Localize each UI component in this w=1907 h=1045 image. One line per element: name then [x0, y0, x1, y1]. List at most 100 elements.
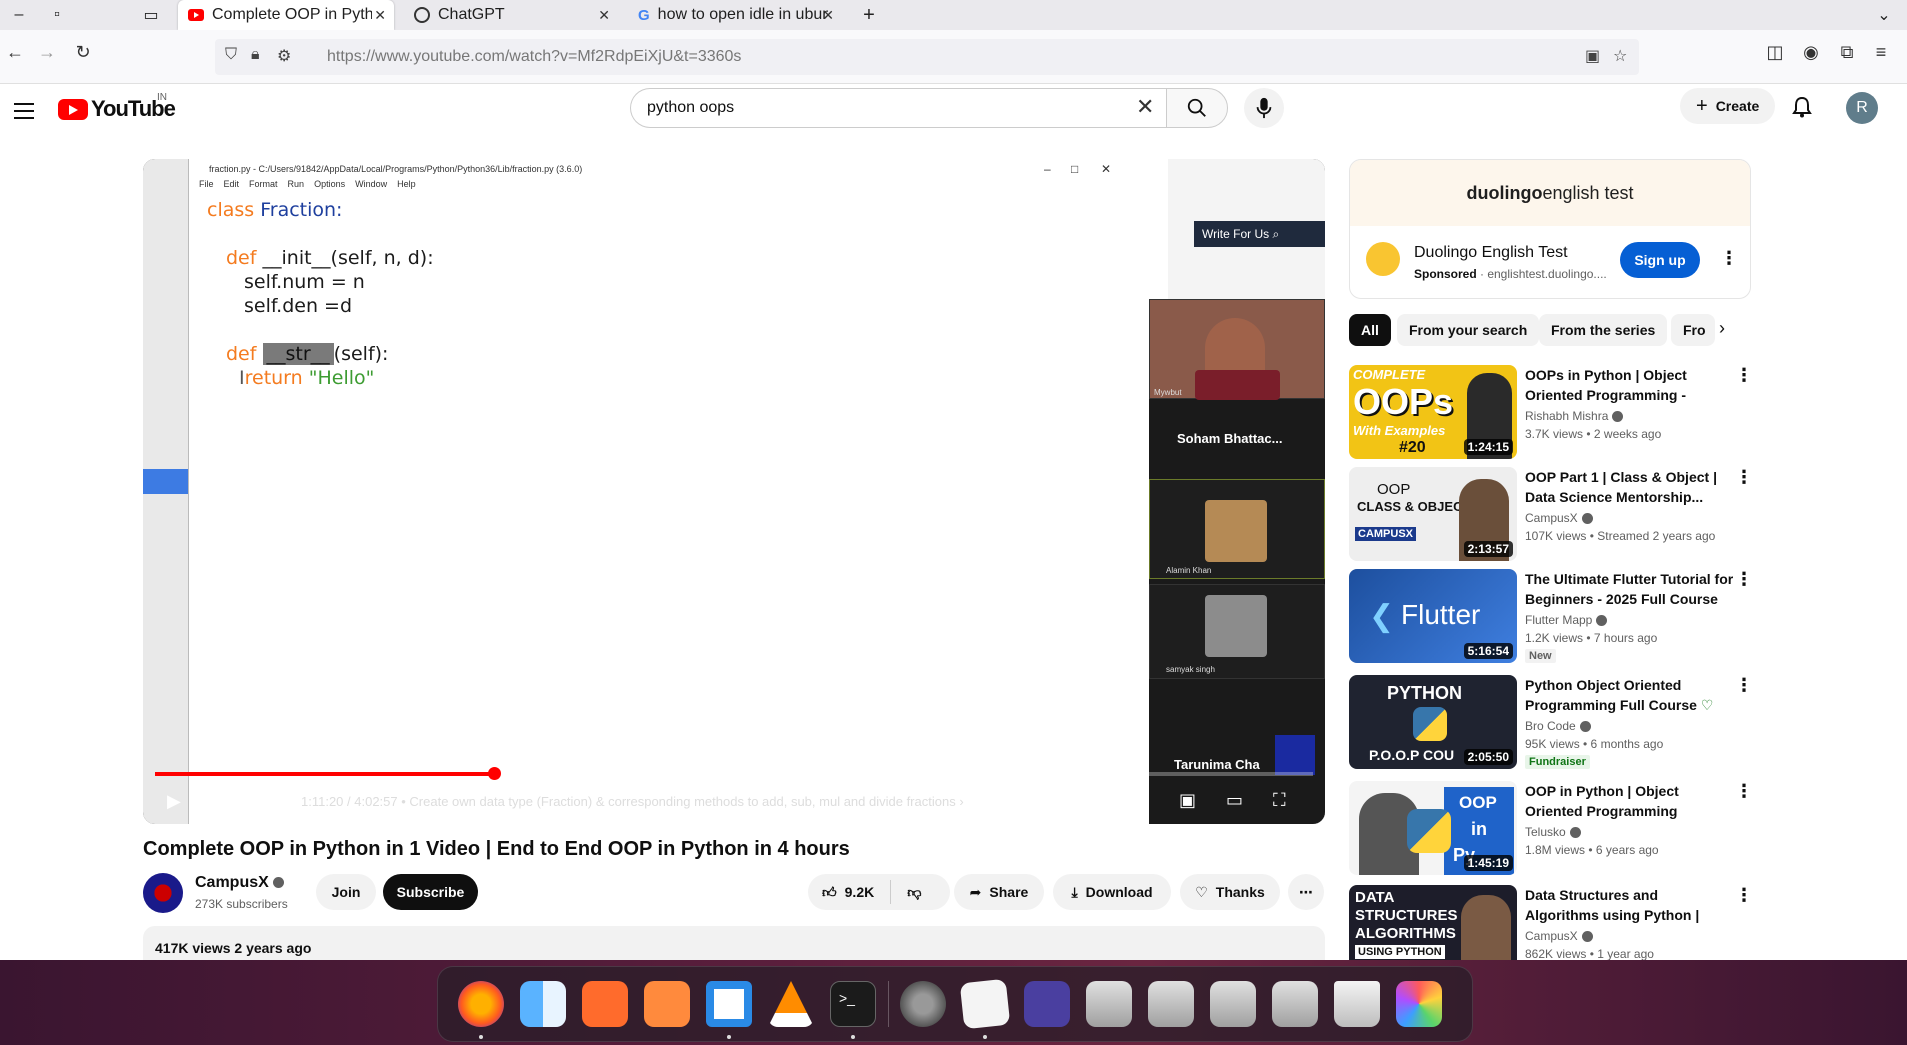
captions-icon[interactable]: CC: [1083, 793, 1112, 812]
thumbs-down-icon[interactable]: 👎︎: [907, 884, 921, 901]
drive-icon[interactable]: [1086, 981, 1132, 1027]
maximize-icon[interactable]: ▫: [38, 0, 76, 30]
autoplay-toggle-icon[interactable]: ⊙: [1028, 791, 1041, 811]
settings-gear-icon[interactable]: ⚙: [1133, 790, 1149, 811]
tab-youtube[interactable]: Complete OOP in Python ✕: [178, 0, 394, 30]
photos-icon[interactable]: [644, 981, 690, 1027]
recommendation-item[interactable]: OOP CLASS & OBJECT CAMPUSX 2:13:57 OOP P…: [1349, 467, 1759, 563]
more-vert-icon[interactable]: ⋮: [1735, 365, 1753, 386]
drive-icon[interactable]: [1272, 981, 1318, 1027]
tab-google[interactable]: G how to open idle in ubun ✕: [628, 0, 842, 30]
search-input[interactable]: python oops: [630, 88, 1166, 128]
recommendation-title[interactable]: The Ultimate Flutter Tutorial for Beginn…: [1525, 569, 1735, 609]
recommendation-title[interactable]: OOPs in Python | Object Oriented Program…: [1525, 365, 1735, 405]
firefox-icon[interactable]: [458, 981, 504, 1027]
recommendation-channel[interactable]: Flutter Mapp: [1525, 613, 1608, 627]
close-icon[interactable]: ✕: [822, 7, 834, 24]
drive-icon[interactable]: [1148, 981, 1194, 1027]
video-thumbnail[interactable]: OOP CLASS & OBJECT CAMPUSX 2:13:57: [1349, 467, 1517, 561]
play-icon[interactable]: ▶: [167, 791, 181, 812]
subscribe-button[interactable]: Subscribe: [383, 874, 478, 910]
progress-bar[interactable]: [155, 767, 1313, 780]
app-grid-icon[interactable]: [1396, 981, 1442, 1027]
create-button[interactable]: + Create: [1680, 88, 1776, 124]
drive-icon[interactable]: [1210, 981, 1256, 1027]
channel-avatar[interactable]: [143, 873, 183, 913]
new-tab-icon[interactable]: +: [850, 0, 888, 30]
more-vert-icon[interactable]: ⋮: [1735, 569, 1753, 590]
text-editor-icon[interactable]: [959, 978, 1011, 1030]
chip-partial[interactable]: Fro: [1671, 314, 1715, 346]
system-settings-icon[interactable]: [900, 981, 946, 1027]
like-button[interactable]: 👍︎ 9.2K: [822, 884, 874, 901]
url-bar[interactable]: ⛉ 🔒︎ ⚙ https://www.youtube.com/watch?v=M…: [215, 39, 1639, 75]
more-actions-button[interactable]: ⋯: [1288, 874, 1324, 910]
ad-more-icon[interactable]: ⋮: [1720, 248, 1738, 269]
recommendation-title[interactable]: Python Object Oriented Programming Full …: [1525, 675, 1735, 715]
tab-overview-icon[interactable]: ▭: [132, 0, 170, 30]
search-button[interactable]: [1166, 88, 1228, 128]
recommendation-channel[interactable]: Rishabh Mishra: [1525, 409, 1624, 423]
close-icon[interactable]: ✕: [374, 7, 386, 24]
chip-from-your-search[interactable]: From your search: [1397, 314, 1540, 346]
picture-in-picture-icon[interactable]: ▣: [1585, 46, 1600, 66]
finder-icon[interactable]: [520, 981, 566, 1027]
recommendation-title[interactable]: Data Structures and Algorithms using Pyt…: [1525, 885, 1735, 925]
more-vert-icon[interactable]: ⋮: [1735, 781, 1753, 802]
pocket-icon[interactable]: ◫: [1760, 42, 1790, 63]
fullscreen-icon[interactable]: ⛶: [1273, 790, 1286, 811]
next-icon[interactable]: ⏭: [213, 791, 229, 812]
chip-all[interactable]: All: [1349, 314, 1391, 346]
video-thumbnail[interactable]: COMPLETE OOPs With Examples #20 1:24:15: [1349, 365, 1517, 459]
more-vert-icon[interactable]: ⋮: [1735, 675, 1753, 696]
chip-from-the-series[interactable]: From the series: [1539, 314, 1668, 346]
join-button[interactable]: Join: [316, 874, 376, 910]
hamburger-menu-icon[interactable]: [14, 98, 34, 124]
volume-icon[interactable]: 🔈︎: [259, 791, 270, 812]
recommendation-channel[interactable]: CampusX: [1525, 929, 1593, 943]
url-text[interactable]: https://www.youtube.com/watch?v=Mf2RdpEi…: [327, 48, 741, 66]
tab-chatgpt[interactable]: ChatGPT ✕: [404, 0, 618, 30]
voice-search-button[interactable]: [1244, 88, 1284, 128]
theater-mode-icon[interactable]: ▭: [1226, 790, 1243, 811]
bookmark-star-icon[interactable]: ☆: [1613, 46, 1627, 66]
lock-icon[interactable]: 🔒︎: [251, 46, 260, 64]
video-thumbnail[interactable]: ❮ Flutter 5:16:54: [1349, 569, 1517, 663]
ad-banner[interactable]: duolingo english test: [1350, 160, 1750, 226]
download-button[interactable]: ⤓ Download: [1053, 874, 1171, 910]
close-icon[interactable]: ✕: [598, 7, 610, 24]
more-vert-icon[interactable]: ⋮: [1735, 467, 1753, 488]
vscode-icon[interactable]: [706, 981, 752, 1027]
thanks-button[interactable]: ♡ Thanks: [1180, 874, 1280, 910]
miniplayer-icon[interactable]: ▣: [1179, 790, 1196, 811]
share-button[interactable]: ➦ Share: [954, 874, 1044, 910]
reload-icon[interactable]: ↻: [68, 42, 98, 63]
chevron-down-icon[interactable]: ⌄: [1865, 0, 1903, 30]
terminal-icon[interactable]: >_: [830, 981, 876, 1027]
recommendation-title[interactable]: OOP Part 1 | Class & Object | Data Scien…: [1525, 467, 1735, 507]
disk-utility-icon[interactable]: [1024, 981, 1070, 1027]
recommendation-channel[interactable]: Telusko: [1525, 825, 1581, 839]
recommendation-channel[interactable]: CampusX: [1525, 511, 1593, 525]
forward-icon[interactable]: →: [32, 42, 62, 63]
video-player[interactable]: fraction.py - C:/Users/91842/AppData/Loc…: [143, 159, 1325, 824]
video-thumbnail[interactable]: PYTHON P.O.O.P COU 2:05:50: [1349, 675, 1517, 769]
sign-up-button[interactable]: Sign up: [1620, 242, 1700, 278]
recommendation-item[interactable]: OOP in Py 1:45:19 OOP in Python | Object…: [1349, 781, 1759, 877]
minimize-icon[interactable]: –: [0, 0, 38, 30]
recommendation-title[interactable]: OOP in Python | Object Oriented Programm…: [1525, 781, 1735, 821]
extensions-icon[interactable]: ⧉: [1832, 42, 1862, 63]
account-avatar[interactable]: R: [1846, 92, 1878, 124]
trash-icon[interactable]: [1334, 981, 1380, 1027]
channel-name[interactable]: CampusX: [195, 874, 284, 892]
chevron-right-icon[interactable]: ›: [1719, 318, 1725, 339]
vlc-icon[interactable]: [768, 981, 814, 1027]
account-icon[interactable]: ◉: [1796, 42, 1826, 63]
recommendation-item[interactable]: ❮ Flutter 5:16:54 The Ultimate Flutter T…: [1349, 569, 1759, 665]
time-and-chapter[interactable]: 1:11:20 / 4:02:57 • Create own data type…: [301, 794, 964, 809]
permissions-icon[interactable]: ⚙: [277, 46, 291, 66]
shield-icon[interactable]: ⛉: [225, 46, 237, 64]
recommendation-item[interactable]: PYTHON P.O.O.P COU 2:05:50 Python Object…: [1349, 675, 1759, 771]
menu-icon[interactable]: ≡: [1866, 42, 1896, 63]
recommendation-channel[interactable]: Bro Code: [1525, 719, 1591, 733]
